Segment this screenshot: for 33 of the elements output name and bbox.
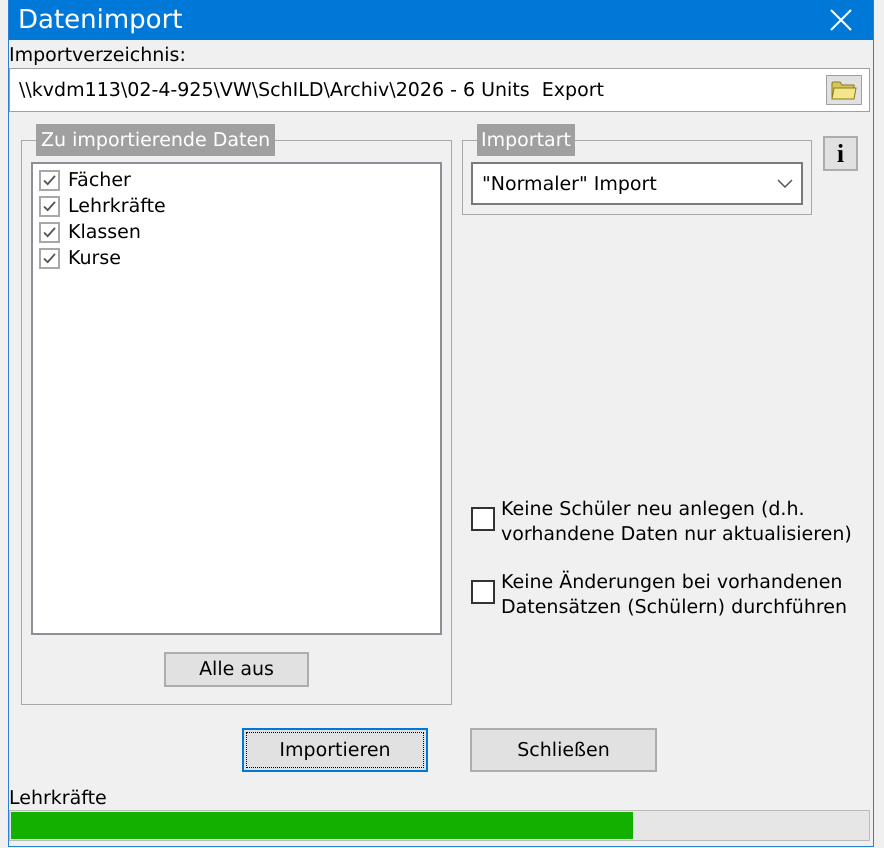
- window-title: Datenimport: [18, 4, 182, 36]
- group-title: Importart: [477, 124, 575, 156]
- checkbox[interactable]: [471, 507, 495, 531]
- path-value: \\kvdm113\02-4-925\VW\SchILD\Archiv\2026 - 6 Units Export: [19, 78, 604, 102]
- close-button[interactable]: [830, 9, 852, 31]
- import-type-dropdown[interactable]: "Normaler" Import: [471, 162, 803, 205]
- option-label: Keine Änderungen bei vorhandenen Datensätzen (Schülern) durchführen: [501, 570, 848, 620]
- checkbox[interactable]: [39, 170, 60, 190]
- checkmark-icon: [43, 200, 56, 212]
- chevron-down-icon: [777, 179, 793, 188]
- progress-label: Lehrkräfte: [9, 787, 107, 810]
- close-icon: [830, 9, 852, 31]
- checkmark-icon: [43, 226, 56, 238]
- group-title: Zu importierende Daten: [36, 124, 276, 156]
- dialog-button[interactable]: Schließen: [470, 728, 657, 772]
- option-label: Keine Schüler neu anlegen (d.h. vorhandene Daten nur aktualisieren): [501, 497, 853, 547]
- checkbox[interactable]: [471, 580, 495, 604]
- browse-button[interactable]: [826, 75, 862, 105]
- checkbox[interactable]: [39, 222, 60, 242]
- checkbox-label: Lehrkräfte: [68, 194, 166, 219]
- info-button[interactable]: i: [823, 136, 858, 171]
- path-field[interactable]: \\kvdm113\02-4-925\VW\SchILD\Archiv\2026 - 6 Units Export: [9, 68, 870, 112]
- checkbox-label: Fächer: [68, 168, 131, 193]
- checkmark-icon: [43, 174, 56, 186]
- checkbox-label: Klassen: [68, 220, 141, 245]
- dialog-button[interactable]: Importieren: [242, 728, 428, 772]
- checkbox[interactable]: [39, 248, 60, 268]
- checkbox-label: Kurse: [68, 246, 121, 271]
- checkmark-icon: [43, 252, 56, 264]
- checkbox[interactable]: [39, 196, 60, 216]
- deselect-all-button[interactable]: Alle aus: [164, 652, 309, 687]
- field-label: Importverzeichnis:: [9, 43, 186, 67]
- folder-icon: [831, 80, 857, 100]
